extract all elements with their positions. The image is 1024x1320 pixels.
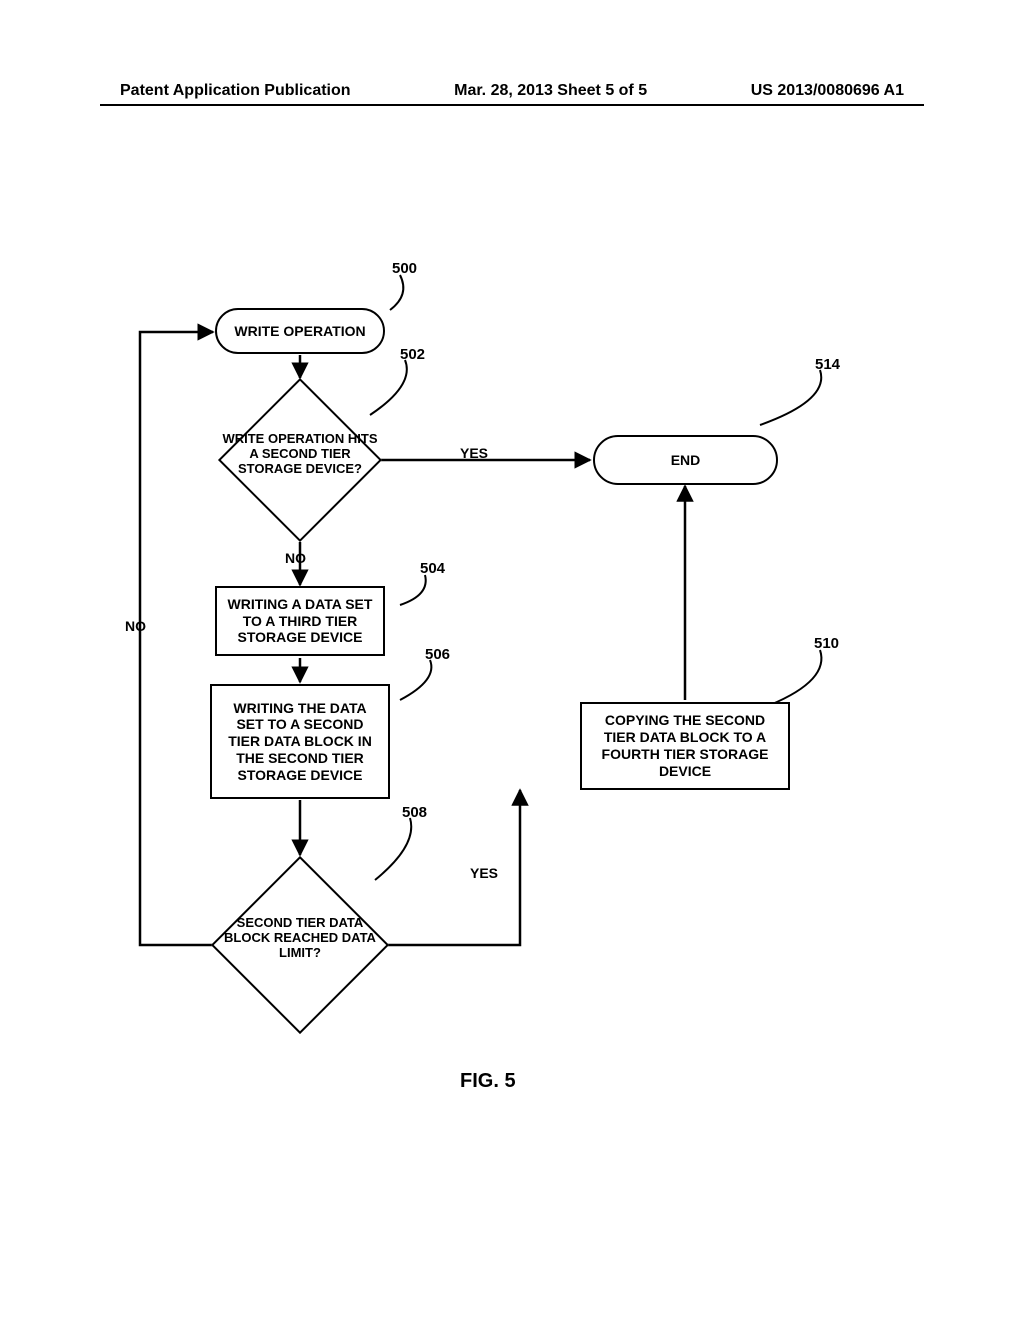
ref-504: 504: [420, 560, 445, 577]
ref-506: 506: [425, 646, 450, 663]
page-header: Patent Application Publication Mar. 28, …: [0, 82, 1024, 100]
node-reached-data-limit-label: SECOND TIER DATA BLOCK REACHED DATA LIMI…: [224, 915, 376, 960]
edge-no-1: NO: [285, 550, 306, 566]
node-reached-data-limit: SECOND TIER DATA BLOCK REACHED DATA LIMI…: [213, 858, 387, 1032]
header-rule: [100, 104, 924, 106]
flowchart: 500 502 514 504 506 510 508 YES NO YES N…: [100, 260, 924, 1160]
ref-508: 508: [402, 804, 427, 821]
node-write-third-tier-label: WRITING A DATA SET TO A THIRD TIER STORA…: [221, 596, 379, 646]
node-hits-second-tier: WRITE OPERATION HITS A SECOND TIER STORA…: [219, 379, 381, 541]
header-right: US 2013/0080696 A1: [751, 82, 904, 100]
edge-yes-1: YES: [460, 445, 488, 461]
node-copy-fourth-tier: COPYING THE SECOND TIER DATA BLOCK TO A …: [580, 702, 790, 790]
node-write-third-tier: WRITING A DATA SET TO A THIRD TIER STORA…: [215, 586, 385, 656]
node-copy-fourth-tier-label: COPYING THE SECOND TIER DATA BLOCK TO A …: [590, 712, 780, 779]
node-write-second-tier-block-label: WRITING THE DATA SET TO A SECOND TIER DA…: [220, 700, 380, 784]
header-mid: Mar. 28, 2013 Sheet 5 of 5: [454, 82, 647, 100]
figure-caption: FIG. 5: [460, 1070, 516, 1093]
node-write-second-tier-block: WRITING THE DATA SET TO A SECOND TIER DA…: [210, 684, 390, 799]
node-write-operation: WRITE OPERATION: [215, 308, 385, 354]
edge-yes-2: YES: [470, 865, 498, 881]
ref-514: 514: [815, 356, 840, 373]
node-end: END: [593, 435, 778, 485]
header-left: Patent Application Publication: [120, 82, 351, 100]
edge-no-2: NO: [125, 618, 146, 634]
node-end-label: END: [671, 452, 701, 469]
node-hits-second-tier-label: WRITE OPERATION HITS A SECOND TIER STORA…: [222, 431, 377, 476]
ref-502: 502: [400, 346, 425, 363]
node-write-operation-label: WRITE OPERATION: [234, 323, 365, 340]
ref-500: 500: [392, 260, 417, 277]
ref-510: 510: [814, 635, 839, 652]
